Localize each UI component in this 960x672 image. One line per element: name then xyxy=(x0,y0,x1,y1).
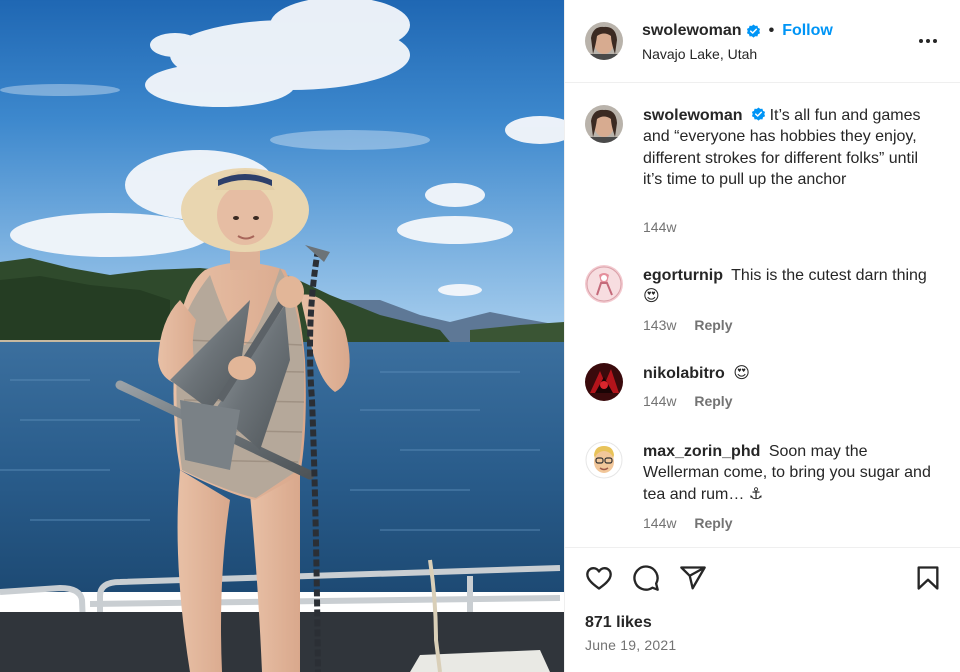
verified-icon xyxy=(751,107,765,121)
reply-button[interactable]: Reply xyxy=(694,515,732,531)
commenter-avatar[interactable] xyxy=(585,265,623,303)
comment-meta: 144w Reply xyxy=(643,515,732,531)
separator-dot: • xyxy=(768,22,775,39)
more-options-button[interactable] xyxy=(916,30,940,52)
instagram-post: swolewoman • Follow Navajo Lake, Utah sw… xyxy=(0,0,960,672)
comment-time[interactable]: 143w xyxy=(643,317,676,333)
author-username[interactable]: swolewoman xyxy=(642,22,742,40)
author-line: swolewoman • Follow xyxy=(642,22,833,40)
post-side-panel: swolewoman • Follow Navajo Lake, Utah sw… xyxy=(564,0,960,672)
comment-username[interactable]: swolewoman xyxy=(643,107,743,124)
post-date: June 19, 2021 xyxy=(585,637,677,653)
comment-meta: 144w xyxy=(643,219,676,235)
comment-time[interactable]: 144w xyxy=(643,515,676,531)
comment-meta: 144w Reply xyxy=(643,393,732,409)
comment-icon[interactable] xyxy=(632,564,660,592)
post-actions: 871 likes June 19, 2021 xyxy=(565,547,960,672)
reply-button[interactable]: Reply xyxy=(694,317,732,333)
comments-list: swolewoman It’s all fun and games and “ev… xyxy=(565,83,960,547)
comment-time[interactable]: 144w xyxy=(643,219,676,235)
comment-username[interactable]: max_zorin_phd xyxy=(643,443,760,460)
comment-username[interactable]: egorturnip xyxy=(643,267,723,284)
comment-meta: 143w Reply xyxy=(643,317,732,333)
post-photo[interactable] xyxy=(0,0,564,672)
comment-body: egorturnip This is the cutest darn thing… xyxy=(643,265,941,308)
follow-button[interactable]: Follow xyxy=(782,22,833,40)
author-avatar[interactable] xyxy=(585,22,623,60)
verified-icon xyxy=(746,23,760,38)
reply-button[interactable]: Reply xyxy=(694,393,732,409)
share-icon[interactable] xyxy=(679,564,707,592)
lake-boat-photo xyxy=(0,0,564,672)
bookmark-icon[interactable] xyxy=(914,564,942,592)
post-header: swolewoman • Follow Navajo Lake, Utah xyxy=(565,0,960,83)
commenter-avatar[interactable] xyxy=(585,441,623,479)
author-avatar[interactable] xyxy=(585,105,623,143)
comment-body: swolewoman It’s all fun and games and “ev… xyxy=(643,105,941,190)
comment-text: 😍 xyxy=(733,365,750,382)
more-icon xyxy=(919,39,923,43)
post-location[interactable]: Navajo Lake, Utah xyxy=(642,46,757,62)
comment-body: nikolabitro 😍 xyxy=(643,363,941,384)
comment-username[interactable]: nikolabitro xyxy=(643,365,725,382)
comment-body: max_zorin_phd Soon may the Wellerman com… xyxy=(643,441,941,505)
comment-time[interactable]: 144w xyxy=(643,393,676,409)
heart-icon[interactable] xyxy=(585,564,613,592)
likes-count[interactable]: 871 likes xyxy=(585,614,652,632)
commenter-avatar[interactable] xyxy=(585,363,623,401)
